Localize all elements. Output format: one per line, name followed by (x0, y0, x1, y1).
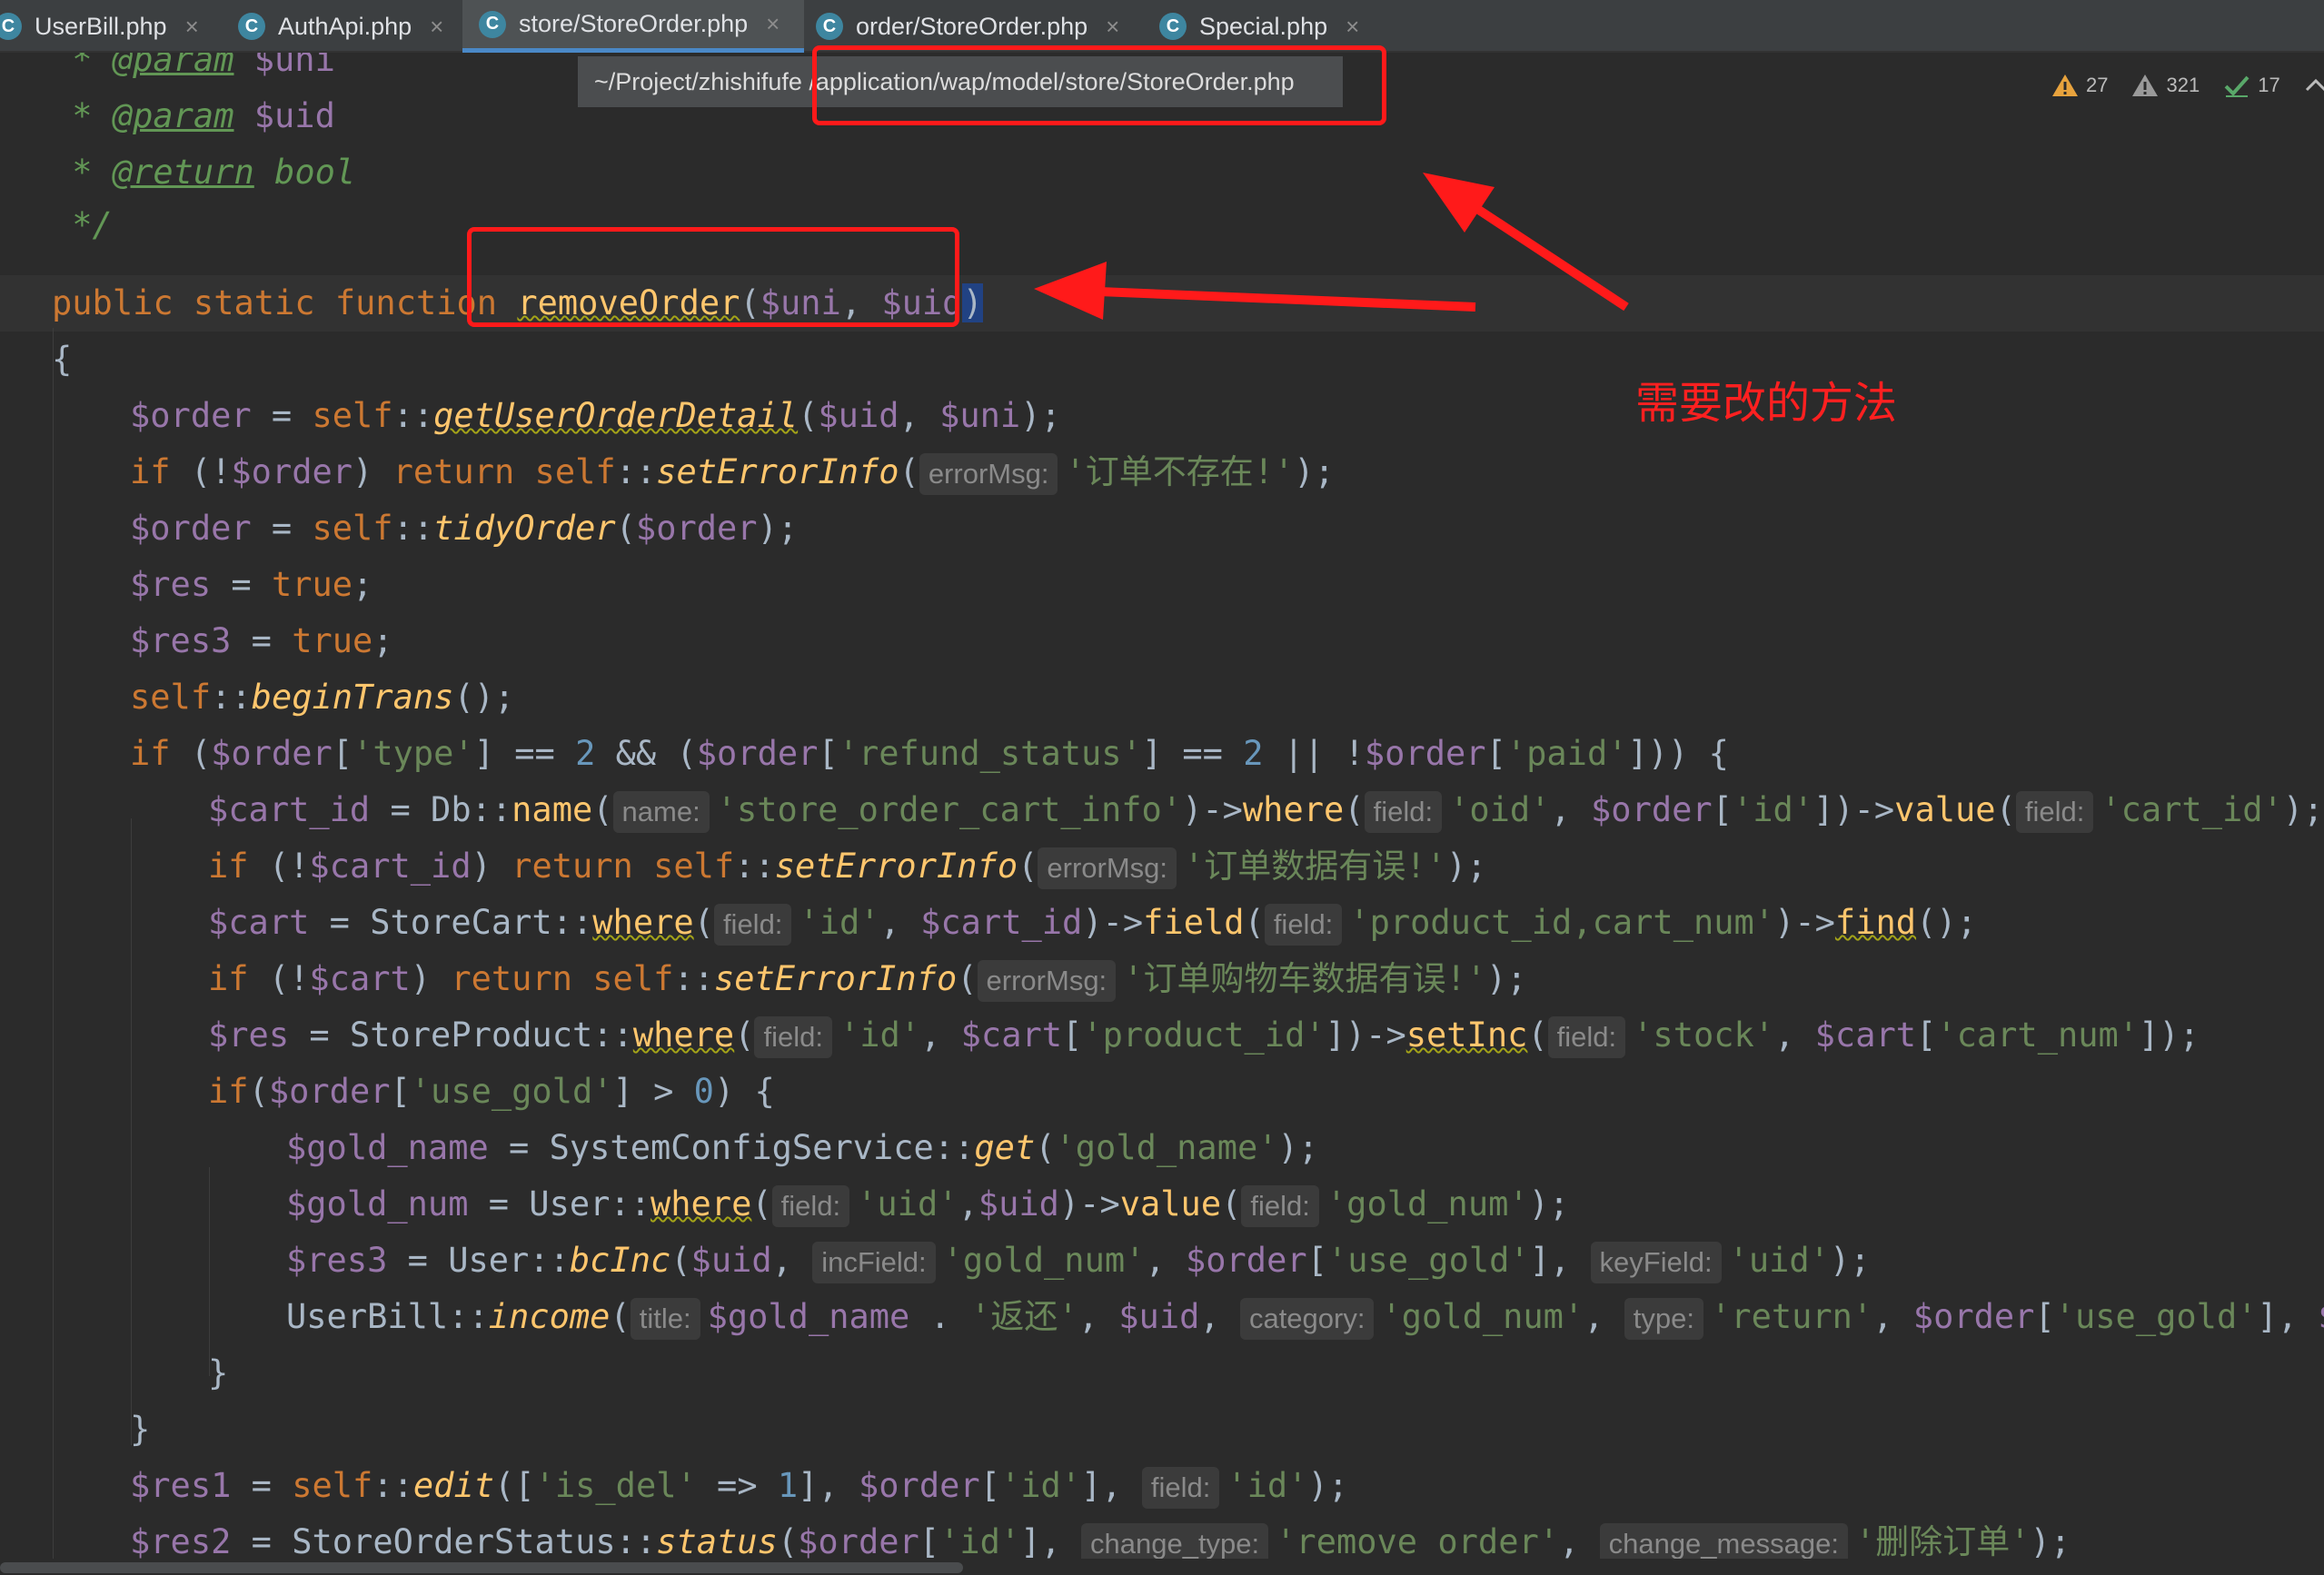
annotation-arrow-to-path-shaft (1469, 201, 1629, 312)
annotation-note: 需要改的方法 (1635, 378, 1898, 429)
horizontal-scrollbar[interactable] (0, 1559, 2324, 1575)
annotation-arrow-to-method-head (1034, 262, 1107, 320)
scrollbar-thumb[interactable] (0, 1562, 963, 1573)
annotation-arrow-to-path-head (1423, 173, 1495, 233)
annotation-arrow-to-method-shaft (1098, 287, 1476, 312)
annotation-arrows (1034, 173, 1629, 320)
